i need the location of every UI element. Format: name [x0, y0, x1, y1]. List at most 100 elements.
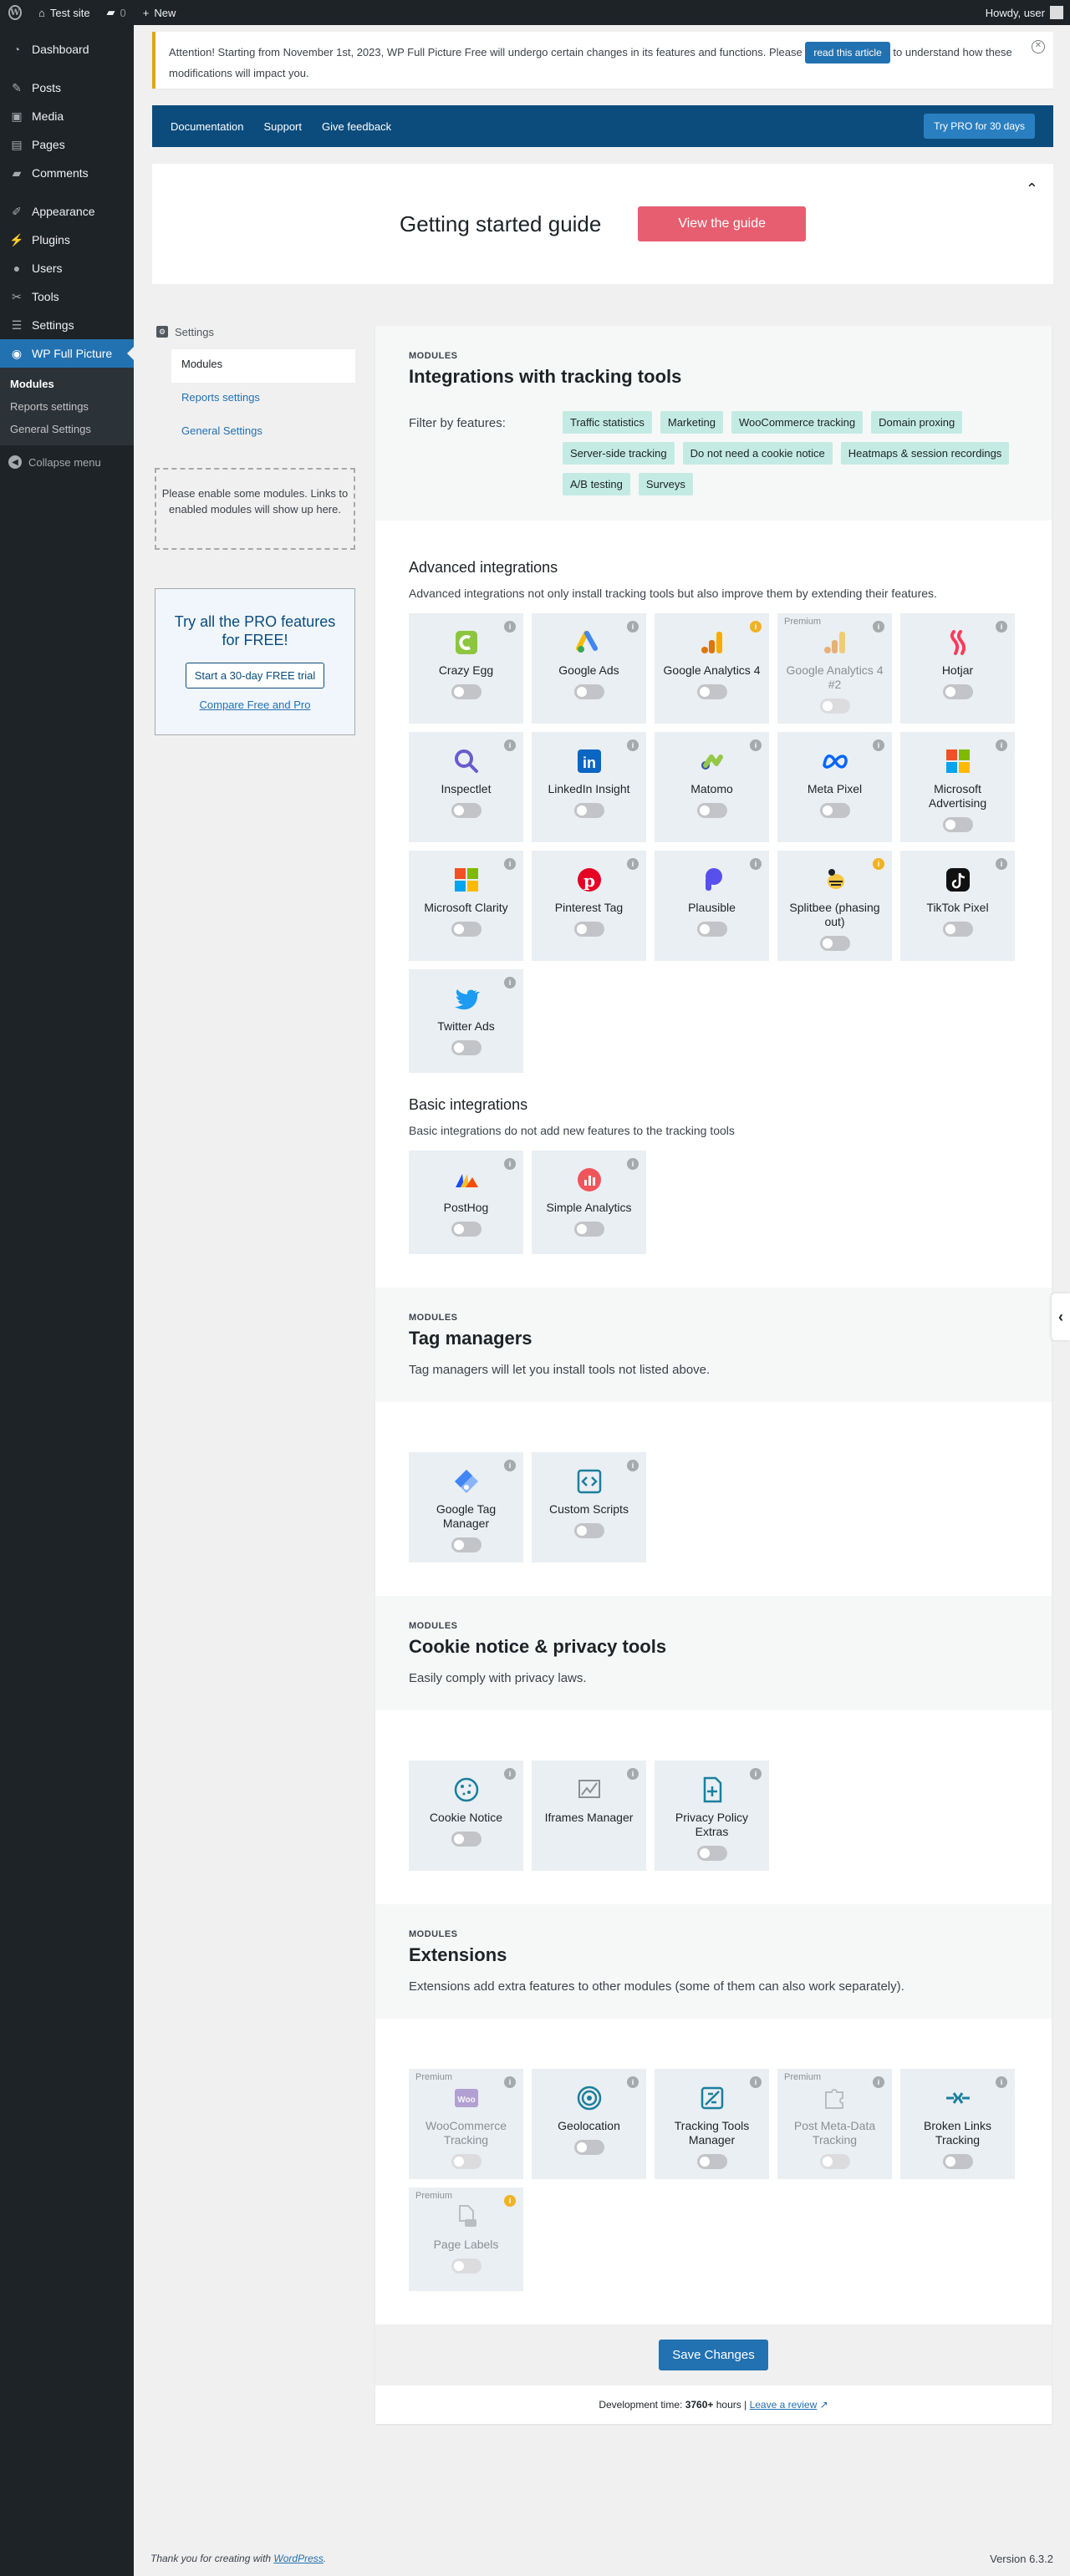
- info-icon[interactable]: i: [750, 1768, 762, 1780]
- module-toggle[interactable]: [819, 2154, 850, 2169]
- dismiss-icon[interactable]: ✕: [1032, 40, 1045, 53]
- info-icon[interactable]: i: [873, 739, 884, 751]
- info-icon[interactable]: i: [504, 2076, 516, 2088]
- info-icon[interactable]: i: [627, 1768, 639, 1780]
- comments-link[interactable]: ▰ 0: [99, 0, 135, 25]
- info-icon[interactable]: i: [750, 858, 762, 870]
- module-toggle[interactable]: [942, 684, 973, 699]
- info-icon[interactable]: i: [627, 2076, 639, 2088]
- sidebar-item-wp-full-picture[interactable]: ◉ WP Full Picture: [0, 339, 134, 368]
- filter-chip[interactable]: Heatmaps & session recordings: [840, 442, 1010, 465]
- module-toggle[interactable]: [573, 803, 604, 818]
- leave-review-link[interactable]: Leave a review: [750, 2399, 818, 2411]
- module-toggle[interactable]: [451, 684, 482, 699]
- module-toggle[interactable]: [451, 922, 482, 937]
- info-icon[interactable]: i: [504, 1768, 516, 1780]
- module-toggle[interactable]: [451, 2154, 482, 2169]
- module-toggle[interactable]: [573, 684, 604, 699]
- module-toggle[interactable]: [696, 803, 727, 818]
- sidebar-item-settings[interactable]: ☰ Settings: [0, 311, 134, 339]
- wordpress-logo-icon[interactable]: W: [0, 0, 30, 25]
- settings-nav-general-settings[interactable]: General Settings: [171, 416, 355, 450]
- module-toggle[interactable]: [451, 2258, 482, 2274]
- save-changes-button[interactable]: Save Changes: [659, 2340, 768, 2370]
- info-icon[interactable]: i: [873, 858, 884, 870]
- info-icon[interactable]: i: [504, 1460, 516, 1471]
- collapse-menu-button[interactable]: ◀ Collapse menu: [0, 445, 134, 479]
- submenu-general-settings[interactable]: General Settings: [0, 418, 134, 440]
- try-pro-button[interactable]: Try PRO for 30 days: [924, 114, 1035, 139]
- info-icon[interactable]: i: [504, 739, 516, 751]
- module-toggle[interactable]: [573, 2140, 604, 2155]
- info-icon[interactable]: i: [627, 1460, 639, 1471]
- sidebar-item-tools[interactable]: ✂ Tools: [0, 282, 134, 311]
- filter-chip[interactable]: WooCommerce tracking: [731, 411, 864, 434]
- filter-chip[interactable]: Traffic statistics: [563, 411, 652, 434]
- module-toggle[interactable]: [451, 1832, 482, 1847]
- view-guide-button[interactable]: View the guide: [638, 206, 807, 241]
- module-toggle[interactable]: [819, 803, 850, 818]
- module-toggle[interactable]: [942, 817, 973, 832]
- info-icon[interactable]: i: [504, 2195, 516, 2207]
- module-toggle[interactable]: [451, 1537, 482, 1552]
- module-toggle[interactable]: [819, 699, 850, 714]
- compare-link[interactable]: Compare Free and Pro: [155, 699, 354, 711]
- module-toggle[interactable]: [573, 922, 604, 937]
- give-feedback-link[interactable]: Give feedback: [322, 120, 391, 133]
- new-content-link[interactable]: + New: [135, 0, 185, 25]
- module-toggle[interactable]: [942, 922, 973, 937]
- settings-nav-modules[interactable]: Modules: [171, 349, 355, 383]
- filter-chip[interactable]: A/B testing: [563, 473, 630, 495]
- module-toggle[interactable]: [819, 936, 850, 951]
- submenu-modules[interactable]: Modules: [0, 373, 134, 395]
- module-toggle[interactable]: [451, 1040, 482, 1055]
- sidebar-item-posts[interactable]: ✎ Posts: [0, 74, 134, 102]
- wordpress-link[interactable]: WordPress: [273, 2553, 323, 2564]
- site-name-link[interactable]: ⌂ Test site: [30, 0, 99, 25]
- chevron-left-icon[interactable]: ‹: [1052, 1293, 1070, 1340]
- module-toggle[interactable]: [942, 2154, 973, 2169]
- module-toggle[interactable]: [451, 1222, 482, 1237]
- info-icon[interactable]: i: [873, 2076, 884, 2088]
- sidebar-item-plugins[interactable]: ⚡ Plugins: [0, 226, 134, 254]
- info-icon[interactable]: i: [504, 858, 516, 870]
- sidebar-item-dashboard[interactable]: ◔ Dashboard: [0, 35, 134, 64]
- info-icon[interactable]: i: [627, 621, 639, 633]
- documentation-link[interactable]: Documentation: [171, 120, 243, 133]
- info-icon[interactable]: i: [750, 621, 762, 633]
- module-toggle[interactable]: [696, 1846, 727, 1861]
- filter-chip[interactable]: Domain proxing: [871, 411, 963, 434]
- sidebar-item-pages[interactable]: ▤ Pages: [0, 130, 134, 159]
- module-toggle[interactable]: [451, 803, 482, 818]
- filter-chip[interactable]: Marketing: [660, 411, 723, 434]
- info-icon[interactable]: i: [996, 739, 1007, 751]
- support-link[interactable]: Support: [263, 120, 302, 133]
- info-icon[interactable]: i: [996, 2076, 1007, 2088]
- info-icon[interactable]: i: [996, 858, 1007, 870]
- module-toggle[interactable]: [573, 1523, 604, 1538]
- info-icon[interactable]: i: [627, 1158, 639, 1170]
- module-toggle[interactable]: [696, 684, 727, 699]
- sidebar-item-appearance[interactable]: ✐ Appearance: [0, 197, 134, 226]
- module-toggle[interactable]: [696, 2154, 727, 2169]
- sidebar-item-comments[interactable]: ▰ Comments: [0, 159, 134, 187]
- read-article-button[interactable]: read this article: [805, 42, 890, 64]
- chevron-up-icon[interactable]: ⌃: [1026, 180, 1038, 198]
- info-icon[interactable]: i: [873, 621, 884, 633]
- filter-chip[interactable]: Do not need a cookie notice: [682, 442, 833, 465]
- filter-chip[interactable]: Surveys: [638, 473, 693, 495]
- user-menu[interactable]: Howdy, user: [977, 0, 1070, 25]
- info-icon[interactable]: i: [750, 2076, 762, 2088]
- info-icon[interactable]: i: [627, 858, 639, 870]
- sidebar-item-media[interactable]: ▣ Media: [0, 102, 134, 130]
- info-icon[interactable]: i: [627, 739, 639, 751]
- start-trial-button[interactable]: Start a 30-day FREE trial: [185, 663, 325, 688]
- settings-nav-reports-settings[interactable]: Reports settings: [171, 383, 355, 416]
- module-toggle[interactable]: [696, 922, 727, 937]
- module-toggle[interactable]: [573, 1222, 604, 1237]
- submenu-reports-settings[interactable]: Reports settings: [0, 395, 134, 418]
- info-icon[interactable]: i: [996, 621, 1007, 633]
- info-icon[interactable]: i: [504, 1158, 516, 1170]
- info-icon[interactable]: i: [504, 977, 516, 988]
- info-icon[interactable]: i: [750, 739, 762, 751]
